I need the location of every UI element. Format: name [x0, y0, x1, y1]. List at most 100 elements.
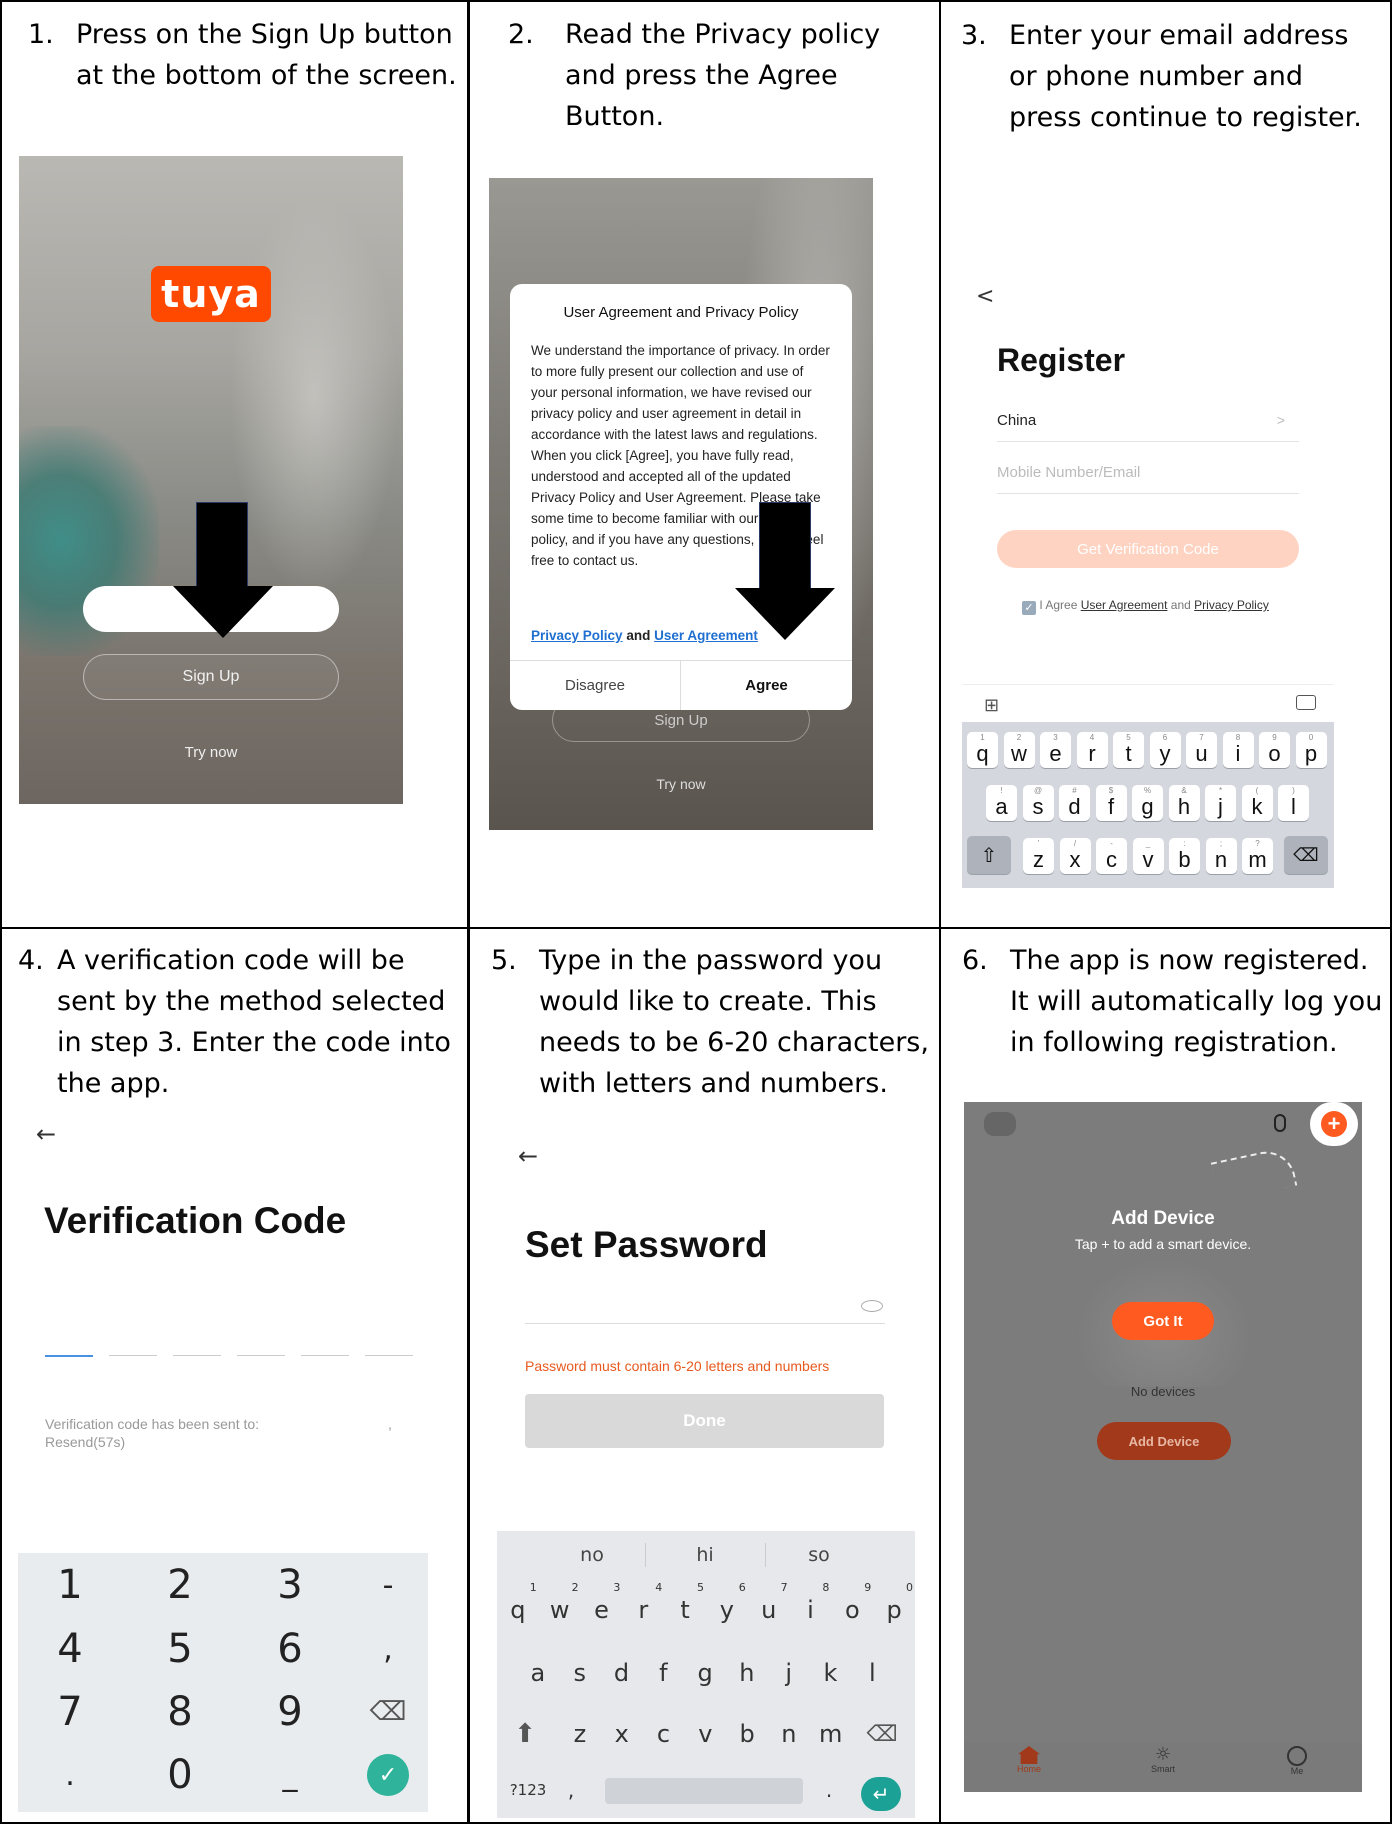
try-now-link[interactable]: Try now — [19, 744, 403, 761]
key-d[interactable]: # d — [1059, 785, 1090, 821]
enter-key[interactable]: ↵ — [861, 1777, 901, 1811]
period-key[interactable]: . — [815, 1769, 843, 1811]
back-icon[interactable]: < — [976, 284, 994, 309]
key-y[interactable]: 6y — [1149, 732, 1181, 768]
get-verification-code-button[interactable]: Get Verification Code — [997, 530, 1299, 568]
key-e[interactable]: 3e — [1040, 732, 1071, 768]
suggestion-hi[interactable]: hi — [665, 1541, 745, 1569]
key-d[interactable]: d — [601, 1648, 643, 1698]
key-n[interactable]: ; n — [1205, 838, 1237, 874]
microphone-icon[interactable] — [1274, 1114, 1286, 1132]
done-button[interactable]: Done — [525, 1394, 884, 1448]
privacy-policy-link[interactable]: Privacy Policy — [531, 628, 623, 643]
key-w[interactable]: 2w — [539, 1581, 581, 1635]
key-c[interactable]: c — [643, 1709, 685, 1759]
confirm-check-icon[interactable]: ✓ — [358, 1745, 418, 1805]
numkey-1[interactable]: 1 — [40, 1555, 100, 1615]
key-o[interactable]: 9o — [1259, 732, 1290, 768]
key-k[interactable]: k — [810, 1648, 852, 1698]
key-s[interactable]: s — [559, 1648, 601, 1698]
scene-icon[interactable] — [984, 1112, 1016, 1136]
signup-button[interactable]: Sign Up — [83, 654, 339, 700]
key-b[interactable]: :b — [1169, 838, 1200, 874]
key-v[interactable]: v — [684, 1709, 726, 1759]
key-n[interactable]: n — [768, 1709, 810, 1759]
numkey-_[interactable]: _ — [260, 1745, 320, 1805]
backspace-icon[interactable]: ⌫ — [358, 1682, 418, 1742]
keyboard-hide-icon[interactable] — [1296, 695, 1316, 710]
key-z[interactable]: z — [559, 1709, 601, 1759]
key-f[interactable]: $ f — [1095, 785, 1127, 821]
add-plus-button[interactable]: + — [1310, 1102, 1358, 1146]
add-device-button[interactable]: Add Device — [1097, 1422, 1231, 1460]
key-p[interactable]: 0p — [873, 1581, 915, 1635]
code-input-slots[interactable] — [45, 1355, 413, 1358]
key-t[interactable]: 5t — [1113, 732, 1144, 768]
key-q[interactable]: 1q — [967, 732, 998, 768]
numkey-7[interactable]: 7 — [40, 1682, 100, 1742]
agree-checkbox[interactable]: ✓ — [1022, 601, 1036, 615]
suggestion-no[interactable]: no — [552, 1541, 632, 1569]
key-h[interactable]: & h — [1168, 785, 1200, 821]
back-arrow-icon[interactable]: ← — [518, 1142, 538, 1170]
key-g[interactable]: % g — [1132, 785, 1163, 821]
got-it-button[interactable]: Got It — [1112, 1302, 1214, 1340]
numkey-3[interactable]: 3 — [260, 1555, 320, 1615]
key-z[interactable]: ' z — [1023, 838, 1054, 874]
grid-menu-icon[interactable]: ⊞ — [984, 695, 999, 716]
key-q[interactable]: 1q — [497, 1581, 539, 1635]
numkey-4[interactable]: 4 — [40, 1619, 100, 1679]
suggestion-so[interactable]: so — [779, 1541, 859, 1569]
comma-key[interactable]: , — [557, 1769, 585, 1811]
back-arrow-icon[interactable]: ← — [36, 1120, 56, 1148]
key-o[interactable]: 9o — [831, 1581, 873, 1635]
numkey-0[interactable]: 0 — [150, 1745, 210, 1805]
key-g[interactable]: g — [684, 1648, 726, 1698]
privacy-policy-link[interactable]: Privacy Policy — [1194, 598, 1269, 612]
tab-me[interactable]: Me — [1272, 1746, 1322, 1776]
key-f[interactable]: f — [642, 1648, 684, 1698]
shift-key[interactable]: ⬆ — [501, 1709, 549, 1759]
numkey-8[interactable]: 8 — [150, 1682, 210, 1742]
key-r[interactable]: 4r — [622, 1581, 664, 1635]
eye-icon[interactable] — [861, 1300, 883, 1312]
tab-smart[interactable]: ☼ Smart — [1138, 1746, 1188, 1775]
key-c[interactable]: -c — [1096, 838, 1127, 874]
key-e[interactable]: 3e — [581, 1581, 623, 1635]
key-a[interactable]: ! a — [986, 785, 1017, 821]
resend-timer[interactable]: Resend(57s) — [45, 1434, 125, 1450]
space-bar[interactable] — [605, 1778, 803, 1804]
numkey-,[interactable]: , — [358, 1619, 418, 1679]
backspace-key[interactable]: ⌫ — [857, 1709, 907, 1759]
shift-key[interactable]: ⇧ — [967, 836, 1011, 874]
key-r[interactable]: 4r — [1076, 732, 1108, 768]
disagree-button[interactable]: Disagree — [510, 661, 680, 710]
mobile-email-input[interactable]: Mobile Number/Email — [997, 464, 1299, 494]
key-s[interactable]: @ s — [1022, 785, 1054, 821]
country-selector[interactable]: China > — [997, 412, 1299, 442]
user-agreement-link[interactable]: User Agreement — [1081, 598, 1168, 612]
backspace-key[interactable]: ⌫ — [1284, 836, 1328, 874]
key-k[interactable]: (k — [1241, 785, 1273, 821]
numkey-6[interactable]: 6 — [260, 1619, 320, 1679]
key-l[interactable]: l — [851, 1648, 893, 1698]
key-x[interactable]: x — [601, 1709, 643, 1759]
symbols-key[interactable]: ?123 — [503, 1769, 553, 1811]
key-l[interactable]: ) l — [1278, 785, 1309, 821]
key-u[interactable]: 7u — [1186, 732, 1217, 768]
key-b[interactable]: b — [726, 1709, 768, 1759]
numkey--[interactable]: - — [358, 1555, 418, 1615]
key-m[interactable]: ? m — [1242, 838, 1273, 874]
key-i[interactable]: 8i — [790, 1581, 832, 1635]
key-i[interactable]: 8i — [1222, 732, 1254, 768]
key-y[interactable]: 6y — [706, 1581, 748, 1635]
numkey-5[interactable]: 5 — [150, 1619, 210, 1679]
password-input[interactable] — [525, 1292, 885, 1324]
key-p[interactable]: 0p — [1295, 732, 1327, 768]
key-j[interactable]: * j — [1205, 785, 1236, 821]
agree-button[interactable]: Agree — [681, 661, 852, 710]
key-m[interactable]: m — [810, 1709, 852, 1759]
key-u[interactable]: 7u — [748, 1581, 790, 1635]
key-h[interactable]: h — [726, 1648, 768, 1698]
numkey-2[interactable]: 2 — [150, 1555, 210, 1615]
